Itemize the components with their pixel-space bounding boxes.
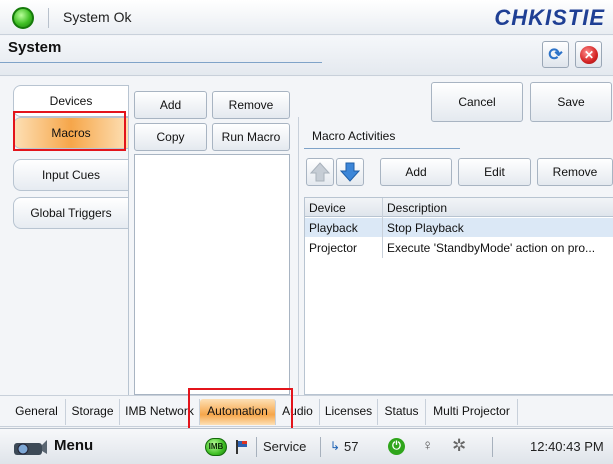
divider bbox=[256, 437, 257, 457]
run-macro-button[interactable]: Run Macro bbox=[212, 123, 290, 151]
divider bbox=[320, 437, 321, 457]
edit-activity-button[interactable]: Edit bbox=[458, 158, 531, 186]
divider bbox=[492, 437, 493, 457]
count-value: 57 bbox=[344, 439, 359, 454]
system-header: System ⟳ ✕ bbox=[0, 36, 613, 76]
device-cell: Playback bbox=[309, 221, 358, 235]
top-status-bar: System Ok CHKISTIE bbox=[0, 0, 613, 35]
tab-label: Input Cues bbox=[41, 168, 101, 182]
lamp-icon[interactable]: ♀ bbox=[422, 437, 433, 454]
projector-icon bbox=[14, 440, 47, 455]
service-status[interactable]: Service bbox=[263, 439, 306, 454]
arrow-down-icon bbox=[339, 162, 361, 182]
macro-activities-label: Macro Activities bbox=[312, 129, 396, 143]
brand-logo: CHKISTIE bbox=[494, 5, 605, 30]
divider bbox=[48, 8, 49, 28]
remove-macro-button[interactable]: Remove bbox=[212, 91, 290, 119]
activities-table: Device Description Playback Stop Playbac… bbox=[304, 197, 613, 395]
tab-input-cues[interactable]: Input Cues bbox=[13, 159, 128, 191]
highlight-box bbox=[13, 111, 126, 151]
cancel-button[interactable]: Cancel bbox=[431, 82, 523, 122]
device-cell: Projector bbox=[309, 241, 358, 255]
arrow-icon: ↳ bbox=[330, 439, 341, 453]
clock: 12:40:43 PM bbox=[530, 439, 604, 454]
tab-general[interactable]: General bbox=[8, 399, 66, 425]
description-cell: Execute 'StandbyMode' action on pro... bbox=[387, 241, 596, 255]
close-button[interactable]: ✕ bbox=[575, 41, 602, 68]
add-macro-button[interactable]: Add bbox=[134, 91, 207, 119]
column-divider bbox=[382, 198, 383, 258]
fan-icon[interactable]: ✲ bbox=[452, 436, 466, 456]
refresh-button[interactable]: ⟳ bbox=[542, 41, 569, 68]
tab-storage[interactable]: Storage bbox=[66, 399, 120, 425]
label-underline bbox=[304, 148, 460, 149]
tab-licenses[interactable]: Licenses bbox=[320, 399, 378, 425]
flag-icon bbox=[236, 440, 248, 454]
description-cell: Stop Playback bbox=[387, 221, 464, 235]
remove-activity-button[interactable]: Remove bbox=[537, 158, 613, 186]
refresh-icon: ⟳ bbox=[548, 45, 563, 64]
move-down-button[interactable] bbox=[336, 158, 364, 186]
page-title: System bbox=[8, 39, 62, 56]
menu-button[interactable]: Menu bbox=[54, 437, 93, 454]
column-header-device: Device bbox=[309, 201, 346, 215]
tab-global-triggers[interactable]: Global Triggers bbox=[13, 197, 128, 229]
tab-label: Global Triggers bbox=[30, 206, 112, 220]
power-icon[interactable]: ⏻ bbox=[388, 438, 405, 455]
macro-list[interactable] bbox=[134, 154, 290, 395]
tab-multi-projector[interactable]: Multi Projector bbox=[426, 399, 518, 425]
tab-label: Devices bbox=[49, 94, 93, 108]
taskbar: Menu IMB Service ↳ 57 ⏻ ♀ ✲ 12:40:43 PM bbox=[0, 428, 613, 464]
table-row[interactable]: Projector Execute 'StandbyMode' action o… bbox=[305, 238, 613, 257]
status-ok-icon bbox=[12, 7, 34, 29]
move-up-button[interactable] bbox=[306, 158, 334, 186]
table-header: Device Description bbox=[305, 198, 613, 217]
bottom-tab-bar: General Storage IMB Network Automation A… bbox=[0, 395, 613, 427]
tab-panel-edge bbox=[128, 85, 129, 395]
arrow-up-icon bbox=[309, 162, 331, 182]
projector-menu-icon[interactable] bbox=[12, 437, 48, 457]
tab-status[interactable]: Status bbox=[378, 399, 426, 425]
divider bbox=[298, 117, 299, 395]
status-text: System Ok bbox=[63, 9, 132, 25]
table-row[interactable]: Playback Stop Playback bbox=[305, 218, 613, 237]
title-underline bbox=[0, 62, 322, 63]
copy-macro-button[interactable]: Copy bbox=[134, 123, 207, 151]
close-icon: ✕ bbox=[580, 46, 598, 64]
column-header-description: Description bbox=[387, 201, 448, 215]
imb-status-icon[interactable]: IMB bbox=[205, 438, 227, 456]
add-activity-button[interactable]: Add bbox=[380, 158, 452, 186]
save-button[interactable]: Save bbox=[530, 82, 612, 122]
